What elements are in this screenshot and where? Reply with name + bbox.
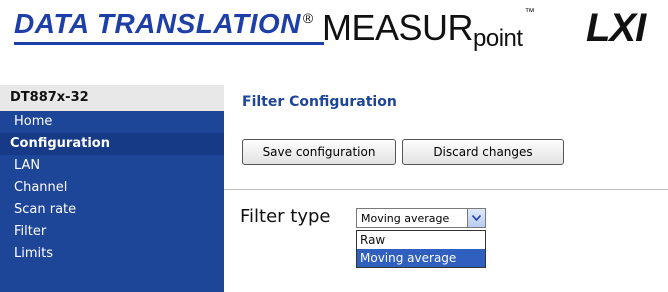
product-main-text: MEASUR [322, 7, 474, 48]
page-title: Filter Configuration [242, 94, 397, 110]
discard-changes-button[interactable]: Discard changes [402, 139, 564, 165]
filter-type-dropdown: Raw Moving average [356, 230, 486, 268]
chevron-down-icon[interactable] [467, 209, 485, 227]
brand-underline [14, 42, 324, 45]
header: DATA TRANSLATION ® MEASURpoint™ LXI [0, 0, 668, 66]
filter-option-raw[interactable]: Raw [357, 231, 485, 249]
sidebar-item-channel[interactable]: Channel [0, 177, 224, 199]
filter-type-selected-value: Moving average [361, 212, 450, 225]
filter-option-moving-average[interactable]: Moving average [357, 249, 485, 267]
sidebar-item-limits[interactable]: Limits [0, 243, 224, 265]
filter-type-select[interactable]: Moving average [356, 208, 486, 228]
measurpoint-logo: MEASURpoint™ [322, 7, 535, 53]
product-sub-text: point [473, 25, 523, 52]
divider [224, 189, 668, 190]
sidebar-item-filter[interactable]: Filter [0, 221, 224, 243]
sidebar-section-configuration[interactable]: Configuration [0, 133, 224, 155]
device-name: DT887x-32 [0, 85, 224, 111]
save-configuration-button[interactable]: Save configuration [242, 139, 396, 165]
sidebar-item-lan[interactable]: LAN [0, 155, 224, 177]
lxi-logo: LXI [586, 6, 646, 50]
product-trademark: ™ [524, 7, 535, 18]
sidebar: DT887x-32 Home Configuration LAN Channel… [0, 85, 224, 292]
brand-registered-mark: ® [302, 9, 314, 26]
sidebar-item-home[interactable]: Home [0, 111, 224, 133]
data-translation-logo: DATA TRANSLATION ® [14, 8, 314, 40]
filter-type-label: Filter type [240, 206, 331, 227]
brand-text: DATA TRANSLATION [14, 8, 301, 39]
main-content: Filter Configuration Save configuration … [224, 85, 668, 292]
sidebar-item-scan-rate[interactable]: Scan rate [0, 199, 224, 221]
